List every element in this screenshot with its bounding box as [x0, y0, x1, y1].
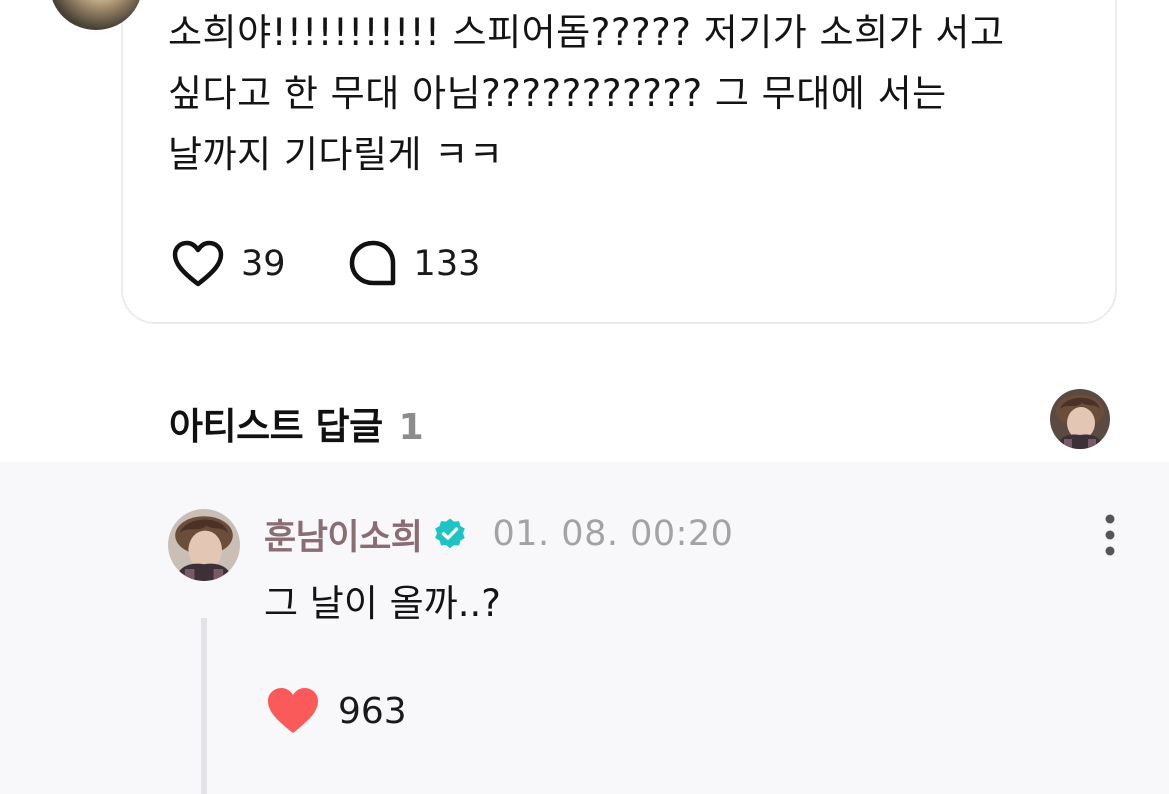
artist-photo	[1050, 389, 1110, 449]
artist-replies-title: 아티스트 답글	[169, 405, 383, 448]
reply-author-name[interactable]: 훈남이소희	[264, 509, 423, 560]
post-comment-count: 133	[413, 244, 481, 284]
reply-author-photo	[168, 509, 240, 581]
comment-thread-screen: 소희야!!!!!!!!!!! 스피어돔????? 저기가 소희가 서고 싶다고 …	[0, 0, 1169, 794]
post-text: 소희야!!!!!!!!!!! 스피어돔????? 저기가 소희가 서고 싶다고 …	[168, 11, 1005, 176]
reply-timestamp: 01. 08. 00:20	[492, 514, 734, 554]
reply-author-avatar[interactable]	[168, 509, 240, 581]
reply-meta: 훈남이소희 01. 08. 00:20	[264, 509, 734, 560]
artist-replies-count: 1	[398, 407, 424, 448]
thread-line	[201, 618, 207, 794]
reply-text: 그 날이 올까..?	[264, 582, 501, 625]
artist-replies-header: 아티스트 답글 1	[169, 396, 424, 450]
more-vertical-icon	[1105, 514, 1115, 556]
heart-filled-icon	[268, 688, 318, 733]
speech-bubble-icon	[349, 240, 395, 286]
comment-button[interactable]: 133	[348, 239, 481, 289]
reply-like-count: 963	[338, 690, 407, 732]
more-options-button[interactable]	[1098, 513, 1122, 557]
post-like-count: 39	[241, 244, 286, 284]
like-button[interactable]: 39	[171, 239, 286, 289]
post-actions: 39 133	[171, 238, 480, 290]
reply-like-button[interactable]: 963	[266, 686, 407, 736]
verified-badge-icon	[433, 517, 467, 551]
heart-outline-icon	[172, 240, 224, 287]
artist-avatar[interactable]	[1050, 389, 1110, 449]
